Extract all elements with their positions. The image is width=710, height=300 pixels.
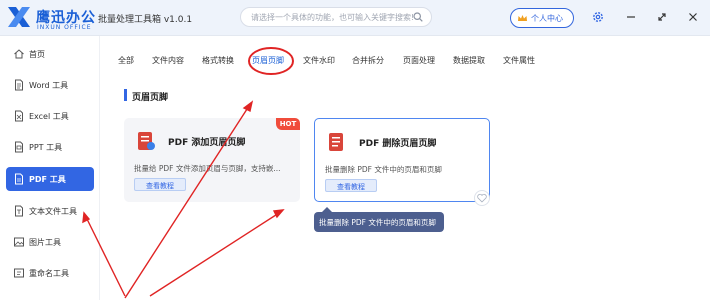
pdf-file-icon (138, 132, 155, 150)
home-icon (14, 49, 24, 59)
user-center-button[interactable]: 个人中心 (510, 8, 574, 28)
pdf-file-icon (329, 133, 343, 151)
sidebar: 首页 Word 工具 Excel 工具 PPT 工具 PDF 工具 文本文件工具… (0, 36, 100, 300)
sidebar-item-word[interactable]: Word 工具 (6, 73, 94, 97)
section-title: 页眉页脚 (132, 93, 169, 103)
tab-all[interactable]: 全部 (118, 55, 134, 66)
search-icon[interactable] (413, 12, 423, 22)
sidebar-item-rename[interactable]: 重命名工具 (6, 261, 94, 285)
excel-doc-icon (15, 110, 23, 122)
sidebar-item-label: 首页 (29, 50, 45, 59)
tab-header-footer[interactable]: 页眉页脚 (252, 55, 284, 66)
tab-watermark[interactable]: 文件水印 (303, 55, 335, 66)
tab-merge-split[interactable]: 合并拆分 (352, 55, 384, 66)
sidebar-item-label: 图片工具 (29, 238, 61, 247)
view-tutorial-button[interactable]: 查看教程 (134, 178, 186, 191)
sidebar-item-pdf[interactable]: PDF 工具 (6, 167, 94, 191)
sidebar-item-label: PDF 工具 (29, 175, 66, 184)
sidebar-item-text-file[interactable]: 文本文件工具 (6, 199, 94, 223)
sidebar-item-ppt[interactable]: PPT 工具 (6, 135, 94, 159)
sidebar-item-label: 文本文件工具 (29, 207, 77, 216)
rename-icon (14, 268, 24, 278)
sidebar-item-image[interactable]: 图片工具 (6, 230, 94, 254)
tool-card-add-header-footer[interactable]: PDF 添加页眉页脚 批量给 PDF 文件添加页眉与页脚，支持嵌... 查看教程… (124, 118, 300, 202)
ppt-doc-icon (15, 141, 23, 153)
view-tutorial-button[interactable]: 查看教程 (325, 179, 377, 192)
card-description: 批量给 PDF 文件添加页眉与页脚，支持嵌... (134, 164, 281, 173)
favorite-heart-icon[interactable] (474, 190, 490, 206)
card-tooltip: 批量删除 PDF 文件中的页眉和页脚 (314, 207, 444, 232)
user-center-label: 个人中心 (531, 14, 563, 23)
tab-file-properties[interactable]: 文件属性 (503, 55, 535, 66)
tab-page-process[interactable]: 页面处理 (403, 55, 435, 66)
search-input[interactable]: 请选择一个具体的功能，也可输入关键字搜索! (240, 7, 432, 27)
sidebar-item-label: PPT 工具 (29, 143, 63, 152)
logo-subtext: INXUN OFFICE (37, 24, 92, 31)
minimize-icon[interactable] (624, 10, 638, 24)
pdf-doc-icon (15, 173, 23, 185)
tab-file-content[interactable]: 文件内容 (152, 55, 184, 66)
tab-data-extract[interactable]: 数据提取 (453, 55, 485, 66)
title-bar: 鹰迅办公 INXUN OFFICE 批量处理工具箱 v1.0.1 请选择一个具体… (0, 0, 710, 36)
card-description: 批量删除 PDF 文件中的页眉和页脚 (325, 165, 442, 174)
image-icon (14, 237, 24, 247)
settings-icon[interactable] (591, 10, 605, 24)
tool-card-delete-header-footer[interactable]: PDF 删除页眉页脚 批量删除 PDF 文件中的页眉和页脚 查看教程 (314, 118, 490, 202)
sidebar-item-excel[interactable]: Excel 工具 (6, 104, 94, 128)
maximize-icon[interactable] (655, 10, 669, 24)
sidebar-item-label: Excel 工具 (29, 112, 69, 121)
tab-format-convert[interactable]: 格式转换 (202, 55, 234, 66)
card-title: PDF 添加页眉页脚 (168, 138, 246, 148)
sidebar-item-home[interactable]: 首页 (6, 42, 94, 66)
close-icon[interactable] (686, 10, 700, 24)
sidebar-item-label: 重命名工具 (29, 269, 69, 278)
logo-icon (8, 7, 30, 27)
search-placeholder: 请选择一个具体的功能，也可输入关键字搜索! (251, 13, 415, 22)
section-marker (124, 89, 127, 101)
app-title: 批量处理工具箱 v1.0.1 (98, 15, 193, 25)
card-title: PDF 删除页眉页脚 (359, 139, 437, 149)
word-doc-icon (15, 79, 23, 91)
hot-badge: HOT (276, 118, 300, 130)
category-tabs: 全部 文件内容 格式转换 页眉页脚 文件水印 合并拆分 页面处理 数据提取 文件… (106, 40, 710, 80)
sidebar-item-label: Word 工具 (29, 81, 69, 90)
text-file-icon (15, 205, 23, 217)
crown-icon (518, 15, 527, 21)
